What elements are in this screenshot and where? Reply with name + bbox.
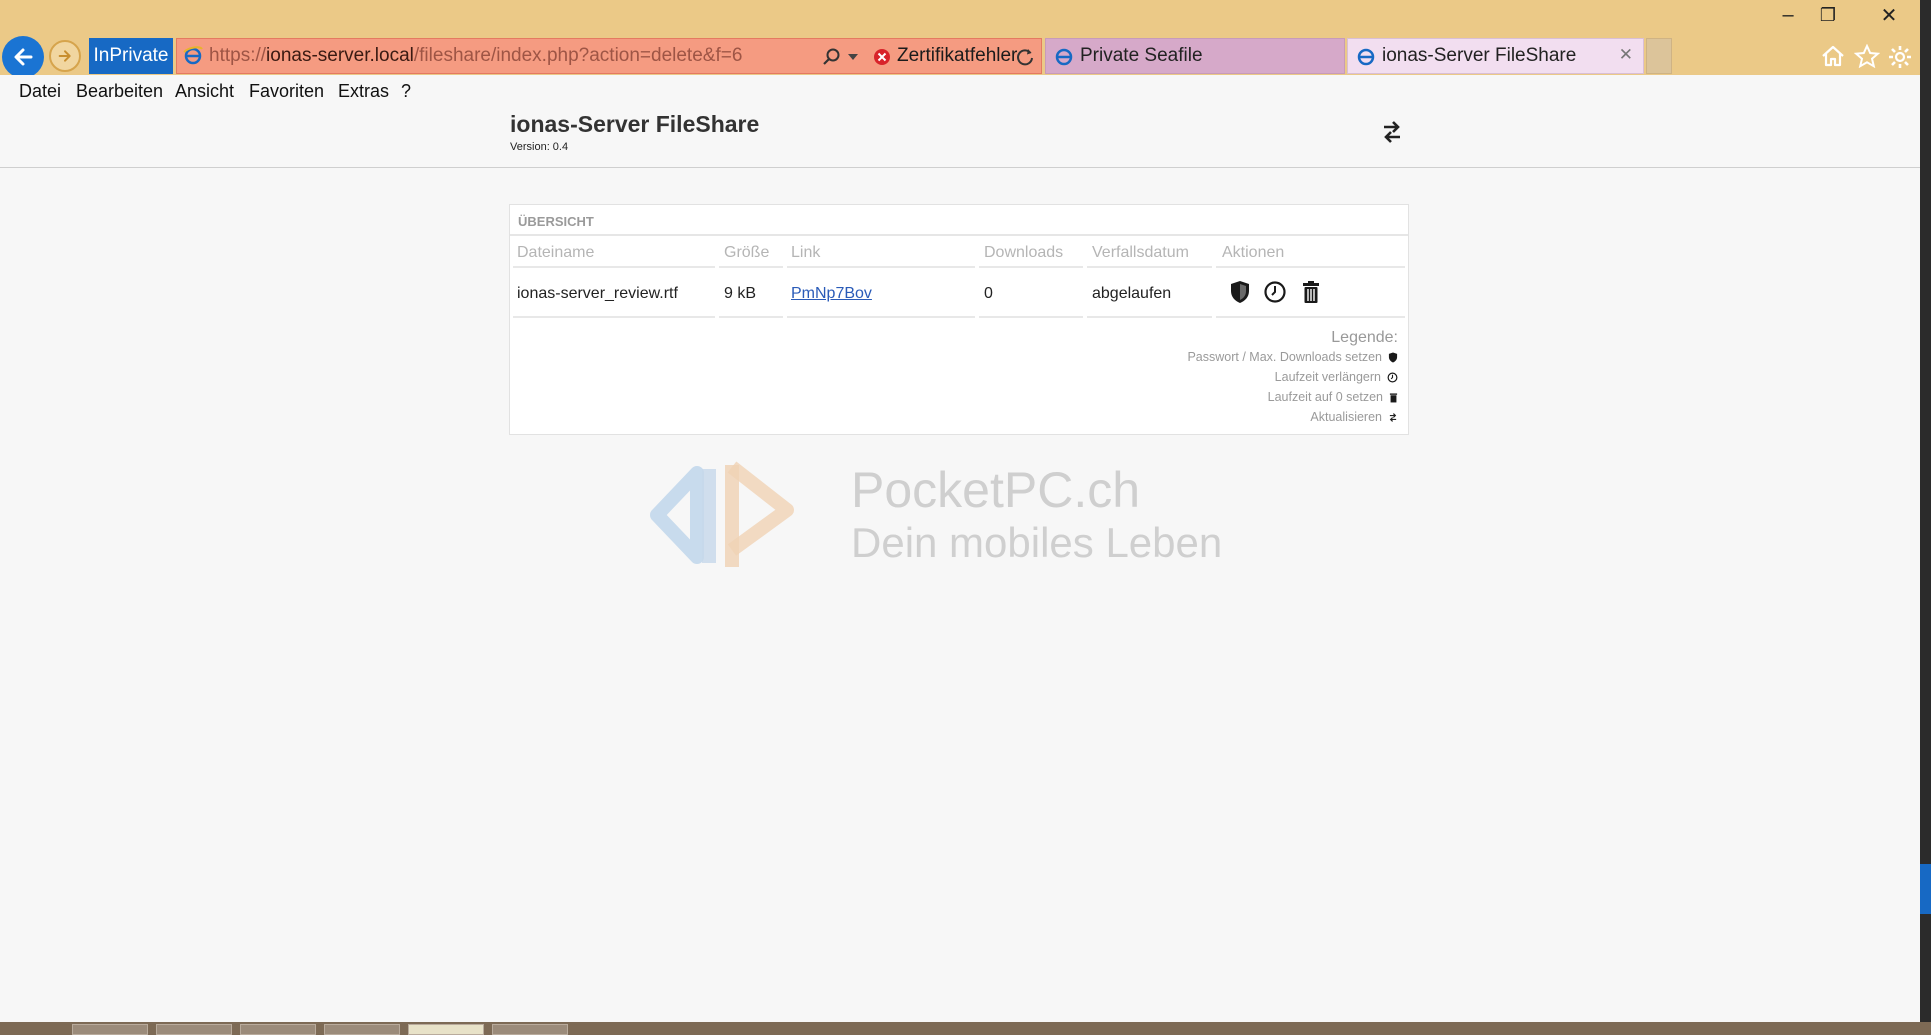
desktop-edge-accent: [1920, 864, 1931, 914]
legend-label: Laufzeit auf 0 setzen: [1267, 390, 1383, 404]
refresh-icon[interactable]: [1380, 118, 1404, 146]
inprivate-badge[interactable]: InPrivate: [89, 38, 173, 74]
forward-arrow-icon: [58, 50, 71, 62]
legend-item-password: Passwort / Max. Downloads setzen: [1187, 350, 1398, 364]
taskbar-item[interactable]: [492, 1024, 568, 1035]
new-tab-button[interactable]: [1646, 38, 1672, 74]
restore-icon: ❐: [1819, 4, 1837, 25]
menu-help[interactable]: ?: [401, 81, 411, 102]
search-icon[interactable]: [822, 47, 842, 67]
overview-heading: ÜBERSICHT: [510, 205, 1408, 236]
header-divider: [1216, 266, 1405, 268]
menu-datei[interactable]: Datei: [19, 81, 61, 102]
favorites-star-icon[interactable]: [1854, 44, 1880, 68]
header-divider: [513, 266, 715, 268]
row-divider: [719, 316, 783, 318]
reset-runtime-button[interactable]: [1298, 279, 1324, 305]
tab-label: ionas-Server FileShare: [1382, 45, 1577, 66]
header-divider: [979, 266, 1083, 268]
taskbar-item[interactable]: [156, 1024, 232, 1035]
pocketpc-logo-icon: [650, 461, 794, 567]
trash-icon: [1303, 281, 1319, 303]
tab-ionas-fileshare[interactable]: ionas-Server FileShare ✕: [1347, 38, 1644, 74]
legend-item-extend: Laufzeit verlängern: [1275, 370, 1398, 384]
url-scheme: https://: [209, 45, 267, 66]
ie-tab-icon: [1055, 48, 1073, 66]
taskbar-item[interactable]: [324, 1024, 400, 1035]
legend-label: Laufzeit verlängern: [1274, 370, 1381, 384]
back-button[interactable]: [2, 36, 44, 78]
column-header-link: Link: [791, 244, 821, 261]
clock-icon: [1387, 372, 1398, 382]
watermark-title: PocketPC.ch: [851, 462, 1141, 518]
clock-icon: [1264, 281, 1286, 303]
ie-page-icon: [183, 46, 203, 65]
url-host: ionas-server.local: [266, 45, 414, 66]
settings-gear-icon[interactable]: [1887, 44, 1913, 70]
column-header-expiry: Verfallsdatum: [1092, 244, 1189, 261]
column-header-filename: Dateiname: [517, 244, 595, 261]
forward-button[interactable]: [49, 40, 81, 72]
browser-chrome: – ❐ ✕ InPrivate https://ionas-server.loc…: [0, 0, 1931, 109]
column-header-actions: Aktionen: [1222, 244, 1285, 261]
legend-title: Legende:: [1331, 329, 1398, 346]
menu-extras[interactable]: Extras: [338, 81, 389, 102]
trash-icon: [1389, 392, 1398, 402]
expiry-status: abgelaufen: [1092, 285, 1172, 302]
header-divider: [787, 266, 975, 268]
taskbar-item[interactable]: [72, 1024, 148, 1035]
menu-bearbeiten[interactable]: Bearbeiten: [76, 81, 163, 102]
close-icon: ✕: [1880, 4, 1898, 27]
header-divider: [719, 266, 783, 268]
legend-item-refresh: Aktualisieren: [1310, 410, 1398, 424]
reload-icon[interactable]: [1015, 47, 1035, 67]
shield-icon: [1231, 281, 1249, 303]
file-name: ionas-server_review.rtf: [517, 285, 678, 302]
tab-close-icon[interactable]: ✕: [1619, 45, 1633, 65]
share-link[interactable]: PmNp7Bov: [791, 285, 872, 302]
restore-button[interactable]: ❐: [1802, 0, 1854, 30]
header-divider: [1087, 266, 1212, 268]
cert-error-label[interactable]: Zertifikatfehler: [897, 45, 1017, 67]
set-password-button[interactable]: [1227, 279, 1253, 305]
url-text[interactable]: https://ionas-server.local/fileshare/ind…: [209, 45, 742, 67]
version-label: Version: 0.4: [510, 141, 569, 153]
close-window-button[interactable]: ✕: [1858, 0, 1920, 30]
extend-runtime-button[interactable]: [1262, 279, 1288, 305]
tab-label: Private Seafile: [1080, 45, 1203, 66]
column-header-size: Größe: [724, 244, 770, 261]
pocketpc-watermark: PocketPC.ch Dein mobiles Leben: [637, 455, 1257, 585]
overview-panel: ÜBERSICHT Dateiname Größe Link Downloads…: [509, 204, 1409, 435]
url-path: /fileshare/index.php?action=delete&f=6: [413, 45, 743, 66]
row-divider: [1216, 316, 1405, 318]
page-title: ionas-Server FileShare: [510, 111, 760, 137]
menu-bar: Datei Bearbeiten Ansicht Favoriten Extra…: [0, 75, 1920, 109]
tab-private-seafile[interactable]: Private Seafile: [1045, 38, 1345, 74]
home-icon[interactable]: [1820, 44, 1846, 68]
cert-error-icon[interactable]: [872, 47, 892, 67]
row-divider: [513, 316, 715, 318]
column-header-downloads: Downloads: [984, 244, 1064, 261]
minimize-icon: –: [1782, 3, 1794, 26]
legend-label: Aktualisieren: [1310, 410, 1382, 424]
row-divider: [979, 316, 1083, 318]
row-divider: [1087, 316, 1212, 318]
row-divider: [787, 316, 975, 318]
watermark-tagline: Dein mobiles Leben: [851, 519, 1223, 566]
refresh-icon: [1389, 412, 1397, 422]
taskbar-item[interactable]: [408, 1024, 484, 1035]
download-count: 0: [984, 285, 993, 302]
menu-ansicht[interactable]: Ansicht: [175, 81, 234, 102]
legend-item-reset: Laufzeit auf 0 setzen: [1268, 390, 1398, 404]
menu-favoriten[interactable]: Favoriten: [249, 81, 324, 102]
taskbar-item[interactable]: [240, 1024, 316, 1035]
back-arrow-icon: [14, 48, 33, 66]
legend-label: Passwort / Max. Downloads setzen: [1187, 350, 1382, 364]
address-bar[interactable]: https://ionas-server.local/fileshare/ind…: [176, 38, 1042, 74]
ie-tab-icon: [1357, 48, 1375, 66]
shield-icon: [1388, 352, 1398, 362]
page-header: ionas-Server FileShare Version: 0.4: [0, 108, 1920, 168]
file-size: 9 kB: [724, 285, 757, 302]
dropdown-chevron-icon[interactable]: [847, 52, 859, 62]
